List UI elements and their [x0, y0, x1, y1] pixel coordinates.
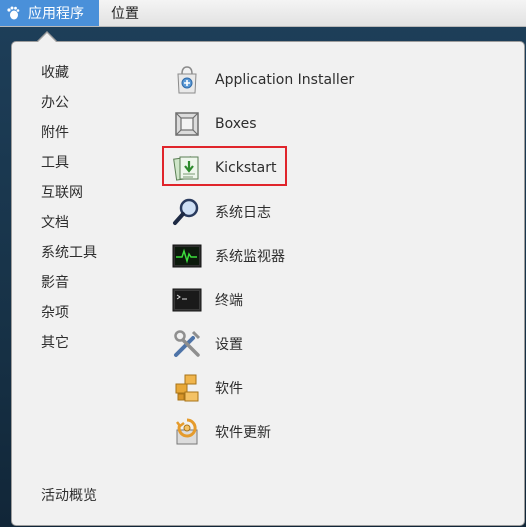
- terminal-icon: [172, 288, 202, 312]
- app-terminal[interactable]: 终端: [171, 282, 371, 318]
- app-label: Kickstart: [215, 160, 277, 176]
- category-other[interactable]: 其它: [41, 333, 69, 353]
- app-settings[interactable]: 设置: [171, 326, 371, 362]
- settings-icon: [174, 330, 201, 357]
- app-software-update[interactable]: 软件更新: [171, 414, 371, 450]
- app-application-installer[interactable]: Application Installer: [171, 62, 371, 98]
- places-menu-button[interactable]: 位置: [111, 0, 139, 26]
- app-label: 软件更新: [215, 425, 271, 441]
- app-system-log[interactable]: 系统日志: [171, 194, 371, 230]
- category-system-tools[interactable]: 系统工具: [41, 243, 97, 263]
- system-monitor-icon: [172, 244, 202, 268]
- app-label: Application Installer: [215, 72, 355, 88]
- app-label: 系统监视器: [215, 249, 285, 265]
- applications-menu-button[interactable]: 应用程序: [0, 0, 99, 26]
- app-system-monitor[interactable]: 系统监视器: [171, 238, 371, 274]
- applications-popup: 收藏 办公 附件 工具 互联网 文档 系统工具 影音 杂项 其它 Applica…: [11, 41, 525, 526]
- category-office[interactable]: 办公: [41, 93, 69, 113]
- category-internet[interactable]: 互联网: [41, 183, 83, 203]
- software-update-icon: [176, 418, 198, 445]
- kickstart-icon: [173, 156, 199, 181]
- applications-menu-label: 应用程序: [28, 6, 84, 22]
- popup-arrow-fill: [37, 33, 57, 43]
- system-log-icon: [173, 198, 199, 225]
- places-menu-label: 位置: [111, 6, 139, 22]
- app-label: Boxes: [215, 116, 257, 132]
- app-label: 设置: [215, 337, 243, 353]
- top-bar: 应用程序 位置: [0, 0, 526, 27]
- category-favorites[interactable]: 收藏: [41, 63, 69, 83]
- app-kickstart[interactable]: Kickstart: [171, 150, 371, 186]
- category-utilities[interactable]: 工具: [41, 153, 69, 173]
- app-label: 终端: [215, 293, 243, 309]
- activities-overview-link[interactable]: 活动概览: [41, 485, 97, 505]
- gnome-foot-icon: [7, 6, 20, 20]
- category-sundry[interactable]: 杂项: [41, 303, 69, 323]
- app-label: 系统日志: [215, 205, 271, 221]
- category-sound-video[interactable]: 影音: [41, 273, 69, 293]
- app-boxes[interactable]: Boxes: [171, 106, 371, 142]
- category-documents[interactable]: 文档: [41, 213, 69, 233]
- software-icon: [175, 374, 199, 402]
- app-label: 软件: [215, 381, 243, 397]
- application-installer-icon: [177, 66, 197, 94]
- app-software[interactable]: 软件: [171, 370, 371, 406]
- boxes-icon: [175, 112, 199, 136]
- category-accessories[interactable]: 附件: [41, 123, 69, 143]
